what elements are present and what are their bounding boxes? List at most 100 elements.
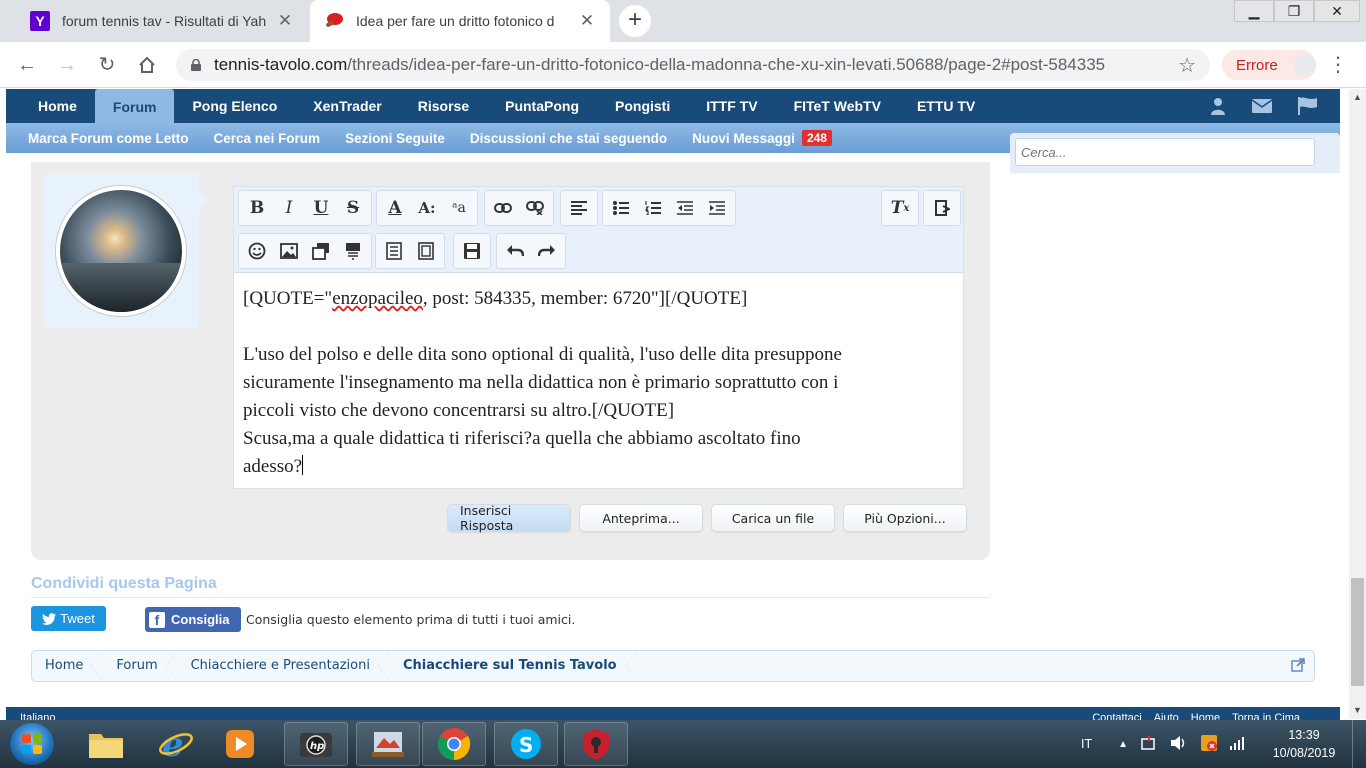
mark-read-link[interactable]: Marca Forum come Letto [28, 131, 189, 146]
bold-button[interactable]: B [241, 193, 273, 223]
search-forums-link[interactable]: Cerca nei Forum [214, 131, 321, 146]
quote-icon[interactable] [378, 236, 410, 266]
save-draft-icon[interactable] [456, 236, 488, 266]
spoiler-icon[interactable] [410, 236, 442, 266]
nav-tab-forum[interactable]: Forum [94, 89, 175, 123]
more-options-button[interactable]: Più Opzioni... [843, 504, 967, 532]
start-button[interactable] [10, 723, 54, 765]
nav-tab-ettu-tv[interactable]: ETTU TV [899, 89, 993, 123]
smilie-icon[interactable] [241, 236, 273, 266]
footer-help-link[interactable]: Aiuto [1154, 712, 1179, 720]
nav-tab-xentrader[interactable]: XenTrader [295, 89, 399, 123]
italic-button[interactable]: I [273, 193, 305, 223]
toggle-bbcode-icon[interactable] [926, 193, 958, 223]
minimize-button[interactable]: ▁ [1234, 0, 1274, 22]
slideshow-app-icon[interactable] [356, 722, 420, 766]
antivirus-tray-icon[interactable] [1200, 734, 1218, 755]
numbered-list-icon[interactable] [637, 193, 669, 223]
twitter-icon [42, 612, 57, 625]
font-family-button[interactable]: ᵃa [443, 193, 475, 223]
watched-forums-link[interactable]: Sezioni Seguite [345, 131, 445, 146]
editor-textarea[interactable]: [QUOTE="enzopacileo, post: 584335, membe… [234, 273, 963, 493]
redo-icon[interactable] [531, 236, 563, 266]
internet-explorer-icon[interactable]: e [144, 722, 208, 766]
jump-to-icon[interactable] [1291, 658, 1305, 672]
outdent-icon[interactable] [669, 193, 701, 223]
tweet-button[interactable]: Tweet [31, 606, 106, 631]
profile-error-button[interactable]: Errore [1222, 50, 1316, 80]
nav-tab-risorse[interactable]: Risorse [400, 89, 487, 123]
link-icon[interactable] [487, 193, 519, 223]
flag-icon[interactable] [1298, 97, 1318, 115]
show-hidden-icons[interactable]: ▲ [1118, 739, 1128, 750]
nav-tab-pong-elenco[interactable]: Pong Elenco [174, 89, 295, 123]
bookmark-star-icon[interactable]: ☆ [1178, 53, 1196, 78]
font-color-button[interactable]: A [379, 193, 411, 223]
preview-button[interactable]: Anteprima... [579, 504, 703, 532]
watched-threads-link[interactable]: Discussioni che stai seguendo [470, 131, 667, 146]
new-tab-button[interactable]: + [619, 5, 651, 37]
new-posts-link[interactable]: Nuovi Messaggi [692, 131, 795, 146]
network-signal-icon[interactable] [1230, 736, 1246, 753]
nav-tab-fitet-webtv[interactable]: FITeT WebTV [776, 89, 899, 123]
back-button[interactable]: ← [13, 51, 41, 79]
close-icon[interactable]: ✕ [276, 11, 294, 31]
close-icon[interactable]: ✕ [578, 11, 596, 31]
browser-menu-icon[interactable]: ⋮ [1328, 52, 1348, 78]
media-player-icon[interactable] [208, 722, 272, 766]
media-icon[interactable] [305, 236, 337, 266]
page-scrollbar[interactable]: ▲ ▼ [1349, 89, 1366, 719]
insert-block-icon[interactable] [337, 236, 369, 266]
search-input[interactable] [1015, 138, 1315, 166]
user-icon[interactable] [1210, 97, 1226, 115]
align-left-icon[interactable] [563, 193, 595, 223]
envelope-icon[interactable] [1252, 98, 1272, 114]
security-app-icon[interactable] [564, 722, 628, 766]
volume-icon[interactable] [1170, 735, 1188, 754]
breadcrumb-current[interactable]: Chiacchiere sul Tennis Tavolo [390, 651, 637, 681]
footer-top-link[interactable]: Torna in Cima [1232, 712, 1300, 720]
skype-icon[interactable]: S [494, 722, 558, 766]
avatar[interactable] [56, 186, 186, 316]
nav-tab-ittf-tv[interactable]: ITTF TV [688, 89, 775, 123]
font-size-button[interactable]: A: [411, 193, 443, 223]
language-chooser[interactable]: Italiano [20, 712, 55, 720]
footer-contact-link[interactable]: Contattaci [1092, 712, 1142, 720]
remove-format-icon[interactable]: Tx [884, 193, 916, 223]
breadcrumb-chiacchiere[interactable]: Chiacchiere e Presentazioni [178, 651, 391, 681]
show-desktop-button[interactable] [1352, 720, 1366, 768]
indent-icon[interactable] [701, 193, 733, 223]
undo-icon[interactable] [499, 236, 531, 266]
upload-file-button[interactable]: Carica un file [711, 504, 835, 532]
scrollbar-thumb[interactable] [1351, 578, 1364, 686]
hp-app-icon[interactable]: hp [284, 722, 348, 766]
input-language[interactable]: IT [1081, 737, 1092, 751]
strikethrough-button[interactable]: S [337, 193, 369, 223]
file-explorer-icon[interactable] [74, 722, 138, 766]
nav-tab-puntapong[interactable]: PuntaPong [487, 89, 597, 123]
nav-tab-home[interactable]: Home [6, 89, 95, 123]
power-icon[interactable] [1140, 735, 1158, 754]
breadcrumb-forum[interactable]: Forum [103, 651, 178, 681]
bullet-list-icon[interactable] [605, 193, 637, 223]
clock[interactable]: 13:39 10/08/2019 [1262, 726, 1346, 762]
footer-home-link[interactable]: Home [1191, 712, 1220, 720]
browser-tab-forum[interactable]: Idea per fare un dritto fotonico d ✕ [310, 0, 610, 42]
reload-button[interactable]: ↻ [93, 51, 121, 79]
breadcrumb-home[interactable]: Home [32, 651, 104, 681]
maximize-button[interactable]: ❐ [1274, 0, 1314, 22]
scroll-up-icon[interactable]: ▲ [1349, 89, 1366, 106]
address-bar[interactable]: tennis-tavolo.com/threads/idea-per-fare-… [176, 49, 1210, 81]
close-window-button[interactable]: ✕ [1314, 0, 1360, 22]
submit-reply-button[interactable]: Inserisci Risposta [447, 503, 571, 533]
unlink-icon[interactable] [519, 193, 551, 223]
chrome-icon[interactable] [422, 722, 486, 766]
forward-button[interactable]: → [53, 51, 81, 79]
facebook-like-button[interactable]: f Consiglia [145, 607, 241, 632]
home-button[interactable] [133, 51, 161, 79]
browser-tab-yahoo[interactable]: Y forum tennis tav - Risultati di Yah ✕ [16, 0, 308, 42]
underline-button[interactable]: U [305, 193, 337, 223]
image-icon[interactable] [273, 236, 305, 266]
scroll-down-icon[interactable]: ▼ [1349, 702, 1366, 719]
nav-tab-pongisti[interactable]: Pongisti [597, 89, 688, 123]
